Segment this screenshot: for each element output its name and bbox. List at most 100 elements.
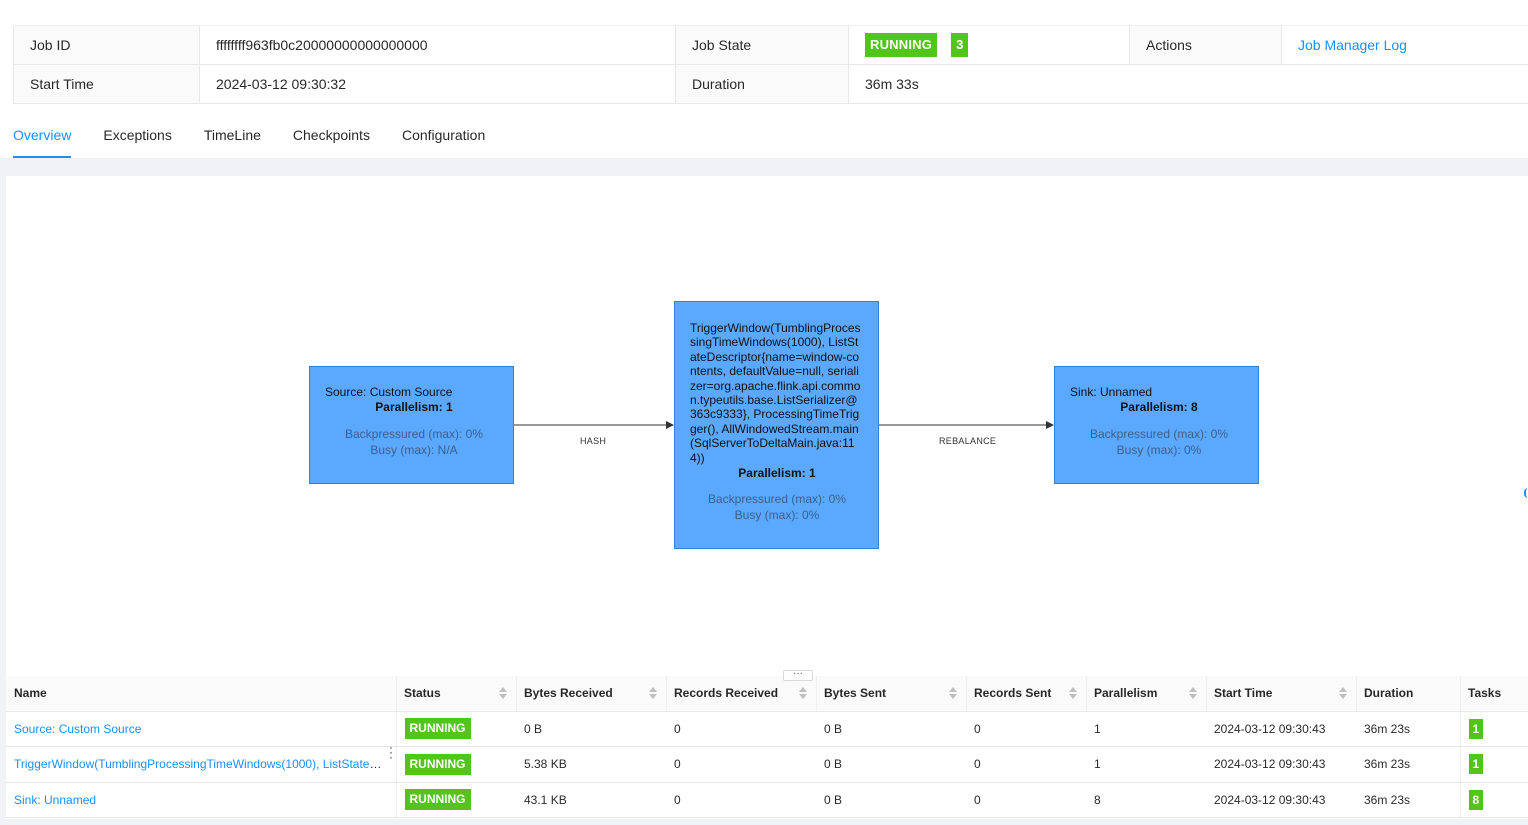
vertex-table-container: Name Status Bytes Received Records Recei… [6, 676, 1528, 819]
job-summary-table: Job ID ffffffff963fb0c20000000000000000 … [13, 25, 1528, 104]
graph-node-trigger-window[interactable]: TriggerWindow(TumblingProcessingTimeWind… [674, 301, 879, 549]
parallelism-cell: 1 [1086, 746, 1206, 783]
tasks-cell: 1 [1459, 746, 1528, 783]
node-busy: Busy (max): 0% [1116, 443, 1202, 458]
sort-icon[interactable] [1339, 687, 1347, 699]
start-time-cell: 2024-03-12 09:30:43 [1206, 782, 1356, 818]
duration-label: Duration [675, 64, 849, 104]
job-id-label: Job ID [13, 25, 200, 65]
records-sent-cell: 0 [966, 746, 1086, 783]
tasks-badge[interactable]: 1 [1468, 718, 1484, 739]
header-label: Start Time [1214, 686, 1273, 701]
records-sent-cell: 0 [966, 711, 1086, 747]
edge-label-rebalance: REBALANCE [939, 436, 997, 446]
node-busy: Busy (max): N/A [370, 443, 458, 458]
actions-label: Actions [1129, 25, 1282, 65]
parallelism-cell: 8 [1086, 782, 1206, 818]
header-bytes-sent[interactable]: Bytes Sent [816, 676, 966, 712]
node-name: Sink: Unnamed [1070, 385, 1153, 399]
header-label: Bytes Sent [824, 686, 887, 701]
bytes-sent-cell: 0 B [816, 746, 966, 783]
job-state-label: Job State [675, 25, 849, 65]
bytes-received-cell: 0 B [516, 711, 666, 747]
vertex-name-cell: TriggerWindow(TumblingProcessingTimeWind… [6, 746, 396, 783]
bytes-received-cell: 43.1 KB [516, 782, 666, 818]
duration-cell: 36m 23s [1356, 782, 1460, 818]
header-tasks: Tasks [1460, 676, 1528, 712]
node-backpressured: Backpressured (max): 0% [707, 492, 847, 507]
duration-value: 36m 33s [848, 64, 1528, 104]
start-time-cell: 2024-03-12 09:30:43 [1206, 711, 1356, 747]
sort-icon[interactable] [1069, 687, 1077, 699]
table-row[interactable]: Source: Custom Source RUNNING 0 B 0 0 B … [6, 711, 1528, 747]
table-row[interactable]: TriggerWindow(TumblingProcessingTimeWind… [6, 746, 1528, 783]
duration-cell: 36m 23s [1356, 711, 1460, 747]
header-records-sent[interactable]: Records Sent [966, 676, 1086, 712]
tab-timeline[interactable]: TimeLine [204, 118, 261, 158]
edge-label-hash: HASH [580, 436, 607, 446]
header-records-received[interactable]: Records Received [666, 676, 816, 712]
vertex-name-cell: Source: Custom Source [6, 711, 396, 747]
node-name: TriggerWindow(TumblingProcessingTimeWind… [690, 321, 861, 465]
job-summary: Job ID ffffffff963fb0c20000000000000000 … [0, 0, 1528, 158]
tasks-badge[interactable]: 1 [1468, 754, 1484, 775]
records-received-cell: 0 [666, 746, 816, 783]
start-time-label: Start Time [13, 64, 200, 104]
column-resize-handle[interactable]: · · · [389, 741, 393, 763]
records-received-cell: 0 [666, 782, 816, 818]
sort-icon[interactable] [649, 687, 657, 699]
start-time-value: 2024-03-12 09:30:32 [199, 64, 676, 104]
header-label: Bytes Received [524, 686, 613, 701]
parallelism-cell: 1 [1086, 711, 1206, 747]
job-id-value: ffffffff963fb0c20000000000000000 [199, 25, 676, 65]
sort-icon[interactable] [1189, 687, 1197, 699]
tab-checkpoints[interactable]: Checkpoints [293, 118, 370, 158]
vertex-name-link[interactable]: Source: Custom Source [14, 722, 141, 736]
graph-edge-handle[interactable] [1524, 488, 1528, 498]
header-label: Records Received [674, 686, 779, 701]
status-cell: RUNNING [395, 711, 516, 747]
header-name: Name [6, 676, 396, 712]
job-graph[interactable]: HASH REBALANCE Source: Custom Source Par… [6, 176, 1528, 676]
start-time-cell: 2024-03-12 09:30:43 [1206, 746, 1356, 783]
sort-icon[interactable] [949, 687, 957, 699]
job-tabs: Overview Exceptions TimeLine Checkpoints… [13, 118, 517, 158]
node-parallelism: Parallelism: 1 [375, 400, 453, 415]
duration-cell: 36m 23s [1356, 746, 1460, 783]
header-bytes-received[interactable]: Bytes Received [516, 676, 666, 712]
tab-configuration[interactable]: Configuration [402, 118, 485, 158]
vertex-name-link[interactable]: Sink: Unnamed [14, 793, 96, 807]
records-received-cell: 0 [666, 711, 816, 747]
header-parallelism[interactable]: Parallelism [1086, 676, 1206, 712]
node-backpressured: Backpressured (max): 0% [1089, 427, 1229, 442]
actions-cell: Job Manager Log [1281, 25, 1528, 65]
vertex-name-link[interactable]: TriggerWindow(TumblingProcessingTimeWind… [14, 757, 396, 771]
bytes-received-cell: 5.38 KB [516, 746, 666, 783]
header-label: Status [404, 686, 441, 701]
sort-icon[interactable] [499, 687, 507, 699]
tab-exceptions[interactable]: Exceptions [103, 118, 171, 158]
tab-overview[interactable]: Overview [13, 118, 72, 158]
tasks-badge[interactable]: 8 [1468, 789, 1484, 810]
header-label: Duration [1364, 686, 1414, 701]
header-start-time[interactable]: Start Time [1206, 676, 1356, 712]
vertex-name-cell: Sink: Unnamed [6, 782, 396, 818]
bytes-sent-cell: 0 B [816, 782, 966, 818]
node-parallelism: Parallelism: 1 [738, 466, 816, 481]
table-row[interactable]: Sink: Unnamed RUNNING 43.1 KB 0 0 B 0 8 … [6, 782, 1528, 818]
job-state-badge: RUNNING [865, 33, 938, 57]
vertex-table: Name Status Bytes Received Records Recei… [6, 676, 1528, 818]
sort-icon[interactable] [799, 687, 807, 699]
graph-node-source[interactable]: Source: Custom Source Parallelism: 1 Bac… [309, 366, 514, 484]
job-manager-log-link[interactable]: Job Manager Log [1298, 37, 1407, 53]
tasks-cell: 1 [1459, 711, 1528, 747]
resize-splitter[interactable]: ··· [783, 669, 813, 681]
header-status[interactable]: Status [396, 676, 516, 712]
tasks-cell: 8 [1459, 782, 1528, 818]
job-state-count-badge: 3 [951, 33, 969, 57]
bytes-sent-cell: 0 B [816, 711, 966, 747]
node-name: Source: Custom Source [325, 385, 453, 399]
status-badge: RUNNING [404, 789, 471, 811]
header-label: Records Sent [974, 686, 1052, 701]
graph-node-sink[interactable]: Sink: Unnamed Parallelism: 8 Backpressur… [1054, 366, 1259, 484]
